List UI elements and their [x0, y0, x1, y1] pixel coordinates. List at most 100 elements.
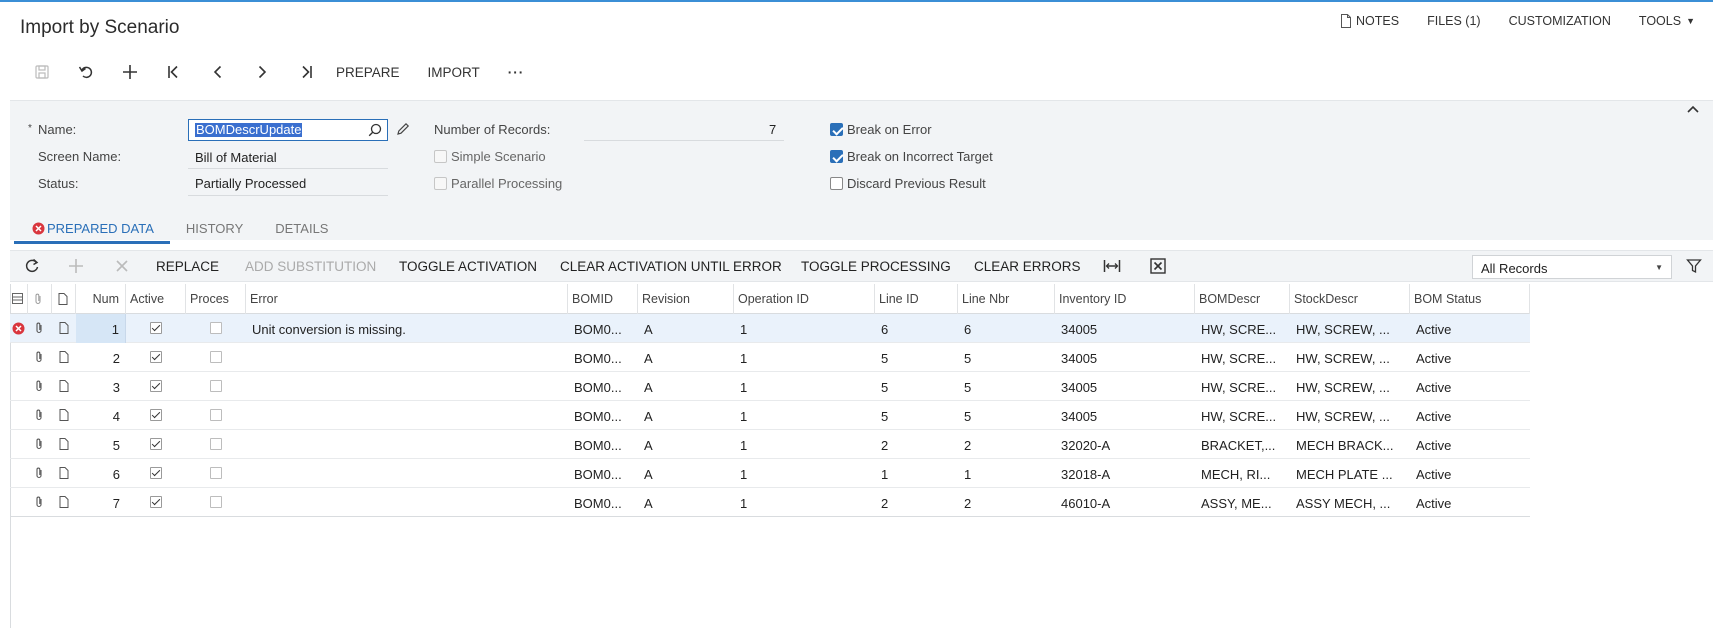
clear-activation-until-error-button[interactable]: CLEAR ACTIVATION UNTIL ERROR	[560, 259, 782, 274]
cell-bomdescr[interactable]: BRACKET,...	[1195, 430, 1290, 459]
next-record-button[interactable]	[240, 58, 284, 86]
cell-bomdescr[interactable]: HW, SCRE...	[1195, 343, 1290, 372]
paperclip-icon[interactable]	[34, 467, 44, 479]
cell-line-id[interactable]: 5	[875, 372, 958, 401]
cell-line-nbr[interactable]: 2	[958, 488, 1055, 517]
column-bomdescr[interactable]: BOMDescr	[1195, 284, 1290, 314]
column-bomid[interactable]: BOMID	[568, 284, 638, 314]
attachments-header[interactable]	[28, 284, 52, 314]
cell-error[interactable]	[246, 430, 568, 459]
cell-bomid[interactable]: BOM0...	[568, 314, 638, 343]
fit-columns-icon[interactable]	[1103, 258, 1121, 274]
cell-num[interactable]: 1	[76, 314, 126, 343]
table-row[interactable]: 3 BOM0... A 1 5 5 34005 HW, SCRE... HW, SCREW, .…	[10, 372, 1530, 401]
active-checkbox[interactable]	[150, 351, 162, 363]
cell-bom-status[interactable]: Active	[1410, 488, 1530, 517]
cell-line-id[interactable]: 2	[875, 430, 958, 459]
cell-line-nbr[interactable]: 1	[958, 459, 1055, 488]
cell-error[interactable]	[246, 343, 568, 372]
column-revision[interactable]: Revision	[638, 284, 734, 314]
column-operation-id[interactable]: Operation ID	[734, 284, 875, 314]
paperclip-icon[interactable]	[34, 351, 44, 363]
cell-stockdescr[interactable]: HW, SCREW, ...	[1290, 314, 1410, 343]
cell-line-nbr[interactable]: 5	[958, 343, 1055, 372]
import-button[interactable]: IMPORT	[428, 65, 480, 80]
column-error[interactable]: Error	[246, 284, 568, 314]
customization-link[interactable]: CUSTOMIZATION	[1509, 14, 1611, 28]
cell-bom-status[interactable]: Active	[1410, 372, 1530, 401]
processed-checkbox[interactable]	[210, 351, 222, 363]
cell-num[interactable]: 2	[76, 343, 126, 372]
cell-operation-id[interactable]: 1	[734, 401, 875, 430]
table-row[interactable]: 2 BOM0... A 1 5 5 34005 HW, SCRE... HW, SCREW, .…	[10, 343, 1530, 372]
paperclip-icon[interactable]	[34, 322, 44, 334]
save-button[interactable]	[20, 58, 64, 86]
cell-inventory-id[interactable]: 46010-A	[1055, 488, 1195, 517]
cell-stockdescr[interactable]: ASSY MECH, ...	[1290, 488, 1410, 517]
add-button[interactable]	[108, 58, 152, 86]
processed-checkbox[interactable]	[210, 496, 222, 508]
active-checkbox[interactable]	[150, 496, 162, 508]
note-icon[interactable]	[59, 380, 69, 392]
cell-bomid[interactable]: BOM0...	[568, 430, 638, 459]
tab-prepared-data[interactable]: PREPARED DATA	[14, 210, 170, 244]
cell-num[interactable]: 4	[76, 401, 126, 430]
note-icon[interactable]	[59, 438, 69, 450]
cell-line-id[interactable]: 2	[875, 488, 958, 517]
cell-stockdescr[interactable]: MECH BRACK...	[1290, 430, 1410, 459]
refresh-icon[interactable]	[24, 258, 40, 274]
tab-details[interactable]: DETAILS	[259, 210, 344, 244]
break-on-error-checkbox[interactable]	[830, 123, 843, 136]
note-icon[interactable]	[59, 409, 69, 421]
cell-bomdescr[interactable]: HW, SCRE...	[1195, 314, 1290, 343]
previous-record-button[interactable]	[196, 58, 240, 86]
more-actions-button[interactable]: ···	[508, 65, 525, 80]
cell-revision[interactable]: A	[638, 372, 734, 401]
column-stockdescr[interactable]: StockDescr	[1290, 284, 1410, 314]
paperclip-icon[interactable]	[34, 380, 44, 392]
column-line-nbr[interactable]: Line Nbr	[958, 284, 1055, 314]
delete-icon[interactable]	[114, 258, 130, 274]
active-checkbox[interactable]	[150, 467, 162, 479]
cell-bomdescr[interactable]: MECH, RI...	[1195, 459, 1290, 488]
cell-error[interactable]	[246, 459, 568, 488]
search-icon[interactable]	[368, 123, 382, 137]
simple-scenario-checkbox[interactable]	[434, 150, 447, 163]
last-record-button[interactable]	[284, 58, 328, 86]
cell-num[interactable]: 3	[76, 372, 126, 401]
note-icon[interactable]	[59, 322, 69, 334]
cell-error[interactable]: Unit conversion is missing.	[246, 314, 568, 343]
table-row[interactable]: 5 BOM0... A 1 2 2 32020-A BRACKET,... MECH BRACK…	[10, 430, 1530, 459]
cell-line-id[interactable]: 6	[875, 314, 958, 343]
edit-icon[interactable]	[396, 122, 410, 136]
table-row[interactable]: 7 BOM0... A 1 2 2 46010-A ASSY, ME... ASSY MECH,…	[10, 488, 1530, 517]
cell-bomid[interactable]: BOM0...	[568, 488, 638, 517]
chevron-up-icon[interactable]	[1687, 105, 1699, 113]
toggle-activation-button[interactable]: TOGGLE ACTIVATION	[399, 259, 537, 274]
cell-bomid[interactable]: BOM0...	[568, 372, 638, 401]
parallel-processing-checkbox[interactable]	[434, 177, 447, 190]
cell-revision[interactable]: A	[638, 488, 734, 517]
cell-bom-status[interactable]: Active	[1410, 430, 1530, 459]
cell-line-nbr[interactable]: 5	[958, 372, 1055, 401]
cell-num[interactable]: 7	[76, 488, 126, 517]
discard-previous-result-checkbox[interactable]	[830, 177, 843, 190]
records-filter-select[interactable]: All Records ▼	[1472, 255, 1672, 279]
column-processed[interactable]: Proces	[186, 284, 246, 314]
cell-inventory-id[interactable]: 34005	[1055, 343, 1195, 372]
table-row[interactable]: 1 Unit conversion is missing. BOM0... A 1 6 6 3…	[10, 314, 1530, 343]
cell-revision[interactable]: A	[638, 314, 734, 343]
undo-button[interactable]	[64, 58, 108, 86]
active-checkbox[interactable]	[150, 409, 162, 421]
notes-header[interactable]	[52, 284, 76, 314]
cell-operation-id[interactable]: 1	[734, 430, 875, 459]
cell-revision[interactable]: A	[638, 343, 734, 372]
tools-menu[interactable]: TOOLS ▼	[1639, 14, 1695, 28]
processed-checkbox[interactable]	[210, 438, 222, 450]
cell-operation-id[interactable]: 1	[734, 314, 875, 343]
cell-stockdescr[interactable]: HW, SCREW, ...	[1290, 343, 1410, 372]
cell-operation-id[interactable]: 1	[734, 343, 875, 372]
cell-num[interactable]: 6	[76, 459, 126, 488]
processed-checkbox[interactable]	[210, 322, 222, 334]
cell-inventory-id[interactable]: 32020-A	[1055, 430, 1195, 459]
